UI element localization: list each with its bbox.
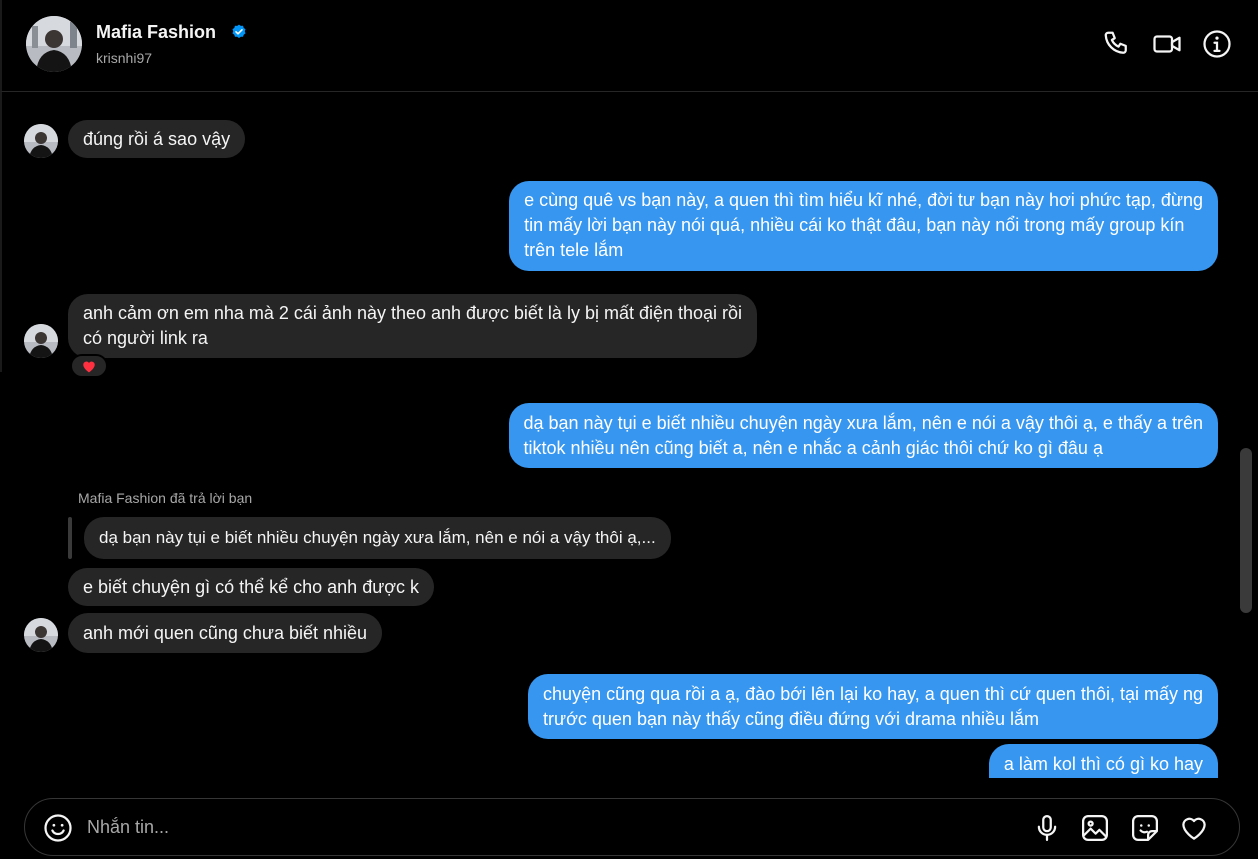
message-input[interactable] bbox=[87, 809, 987, 845]
info-icon[interactable] bbox=[1202, 29, 1232, 59]
message-text: a làm kol thì có gì ko hay bbox=[1003, 754, 1203, 774]
message-text: có người link ra bbox=[83, 328, 208, 348]
message-text: đúng rồi á sao vậy bbox=[83, 129, 231, 149]
verified-badge-icon bbox=[232, 24, 246, 38]
avatar[interactable] bbox=[24, 124, 58, 158]
contact-name[interactable]: Mafia Fashion bbox=[96, 22, 216, 43]
chat-header: Mafia Fashion krisnhi97 bbox=[0, 0, 1258, 92]
microphone-icon[interactable] bbox=[1032, 813, 1062, 843]
message-text: dạ bạn này tụi e biết nhiều chuyện ngày … bbox=[523, 413, 1204, 433]
message-incoming[interactable]: đúng rồi á sao vậy bbox=[68, 120, 246, 158]
emoji-icon[interactable] bbox=[43, 813, 73, 843]
message-incoming[interactable]: e biết chuyện gì có thể kể cho anh được … bbox=[68, 568, 435, 606]
message-text: e biết chuyện gì có thể kể cho anh được … bbox=[83, 577, 420, 597]
message-text: anh cảm ơn em nha mà 2 cái ảnh này theo … bbox=[83, 303, 743, 323]
video-call-icon[interactable] bbox=[1152, 29, 1182, 59]
message-incoming[interactable]: anh mới quen cũng chưa biết nhiều bbox=[68, 613, 383, 653]
message-text: chuyện cũng qua rồi a ạ, đào bới lên lại… bbox=[543, 684, 1203, 704]
reply-bar bbox=[68, 517, 72, 559]
message-text: tiktok nhiều nên cũng biết a, nên e nhắc… bbox=[523, 438, 1103, 458]
message-composer bbox=[24, 798, 1240, 856]
heart-icon[interactable] bbox=[1179, 813, 1209, 843]
avatar[interactable] bbox=[24, 618, 58, 652]
quoted-message[interactable]: dạ bạn này tụi e biết nhiều chuyện ngày … bbox=[84, 517, 671, 559]
message-outgoing[interactable]: dạ bạn này tụi e biết nhiều chuyện ngày … bbox=[508, 403, 1218, 468]
heart-reaction-icon bbox=[83, 361, 95, 373]
scrollbar[interactable] bbox=[1240, 448, 1252, 613]
sticker-icon[interactable] bbox=[1130, 813, 1160, 843]
contact-username: krisnhi97 bbox=[96, 50, 153, 66]
image-icon[interactable] bbox=[1080, 813, 1110, 843]
message-text: trên tele lắm bbox=[524, 240, 624, 260]
message-text: trước quen bạn này thấy cũng điều đứng v… bbox=[543, 709, 1040, 729]
left-edge bbox=[0, 92, 2, 372]
reaction-badge[interactable] bbox=[70, 354, 108, 378]
message-outgoing[interactable]: chuyện cũng qua rồi a ạ, đào bới lên lại… bbox=[528, 674, 1218, 739]
message-text: anh mới quen cũng chưa biết nhiều bbox=[83, 623, 368, 643]
message-incoming[interactable]: anh cảm ơn em nha mà 2 cái ảnh này theo … bbox=[68, 294, 758, 358]
reply-caption: Mafia Fashion đã trả lời bạn bbox=[78, 490, 253, 506]
phone-icon[interactable] bbox=[1102, 29, 1132, 59]
avatar[interactable] bbox=[24, 324, 58, 358]
avatar[interactable] bbox=[26, 16, 82, 72]
message-text: e cùng quê vs bạn này, a quen thì tìm hi… bbox=[524, 190, 1203, 210]
message-outgoing[interactable]: e cùng quê vs bạn này, a quen thì tìm hi… bbox=[509, 181, 1218, 271]
message-text: tin mấy lời bạn này nói quá, nhiều cái k… bbox=[524, 215, 1185, 235]
